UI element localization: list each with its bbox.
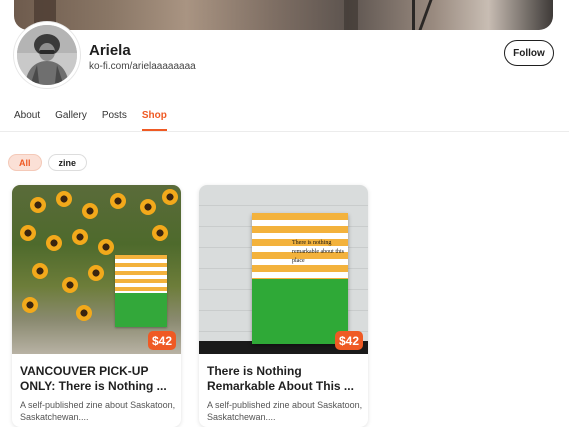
product-card[interactable]: There is nothing remarkable about this p… xyxy=(199,185,368,427)
flower-decoration xyxy=(22,297,38,313)
zine-cover-title: There is nothing remarkable about this p… xyxy=(292,240,344,264)
tab-gallery[interactable]: Gallery xyxy=(55,109,87,131)
flower-decoration xyxy=(88,265,104,281)
product-image[interactable]: There is nothing remarkable about this p… xyxy=(199,185,368,354)
flower-decoration xyxy=(32,263,48,279)
flower-decoration xyxy=(76,305,92,321)
zine-cover: There is nothing remarkable about this p… xyxy=(252,213,348,344)
flower-decoration xyxy=(162,189,178,205)
tab-about[interactable]: About xyxy=(14,109,40,131)
product-image[interactable] xyxy=(12,185,181,354)
banner-pole xyxy=(418,0,433,30)
banner-tree-trunk xyxy=(344,0,358,30)
flower-decoration xyxy=(98,239,114,255)
banner-pole xyxy=(412,0,415,30)
product-description: A self-published zine about Saskatoon, S… xyxy=(20,400,176,422)
profile-tabs: About Gallery Posts Shop xyxy=(14,109,182,131)
tab-shop[interactable]: Shop xyxy=(141,109,167,131)
profile-name: Ariela xyxy=(89,42,131,59)
flower-decoration xyxy=(46,235,62,251)
filter-chips: All zine xyxy=(8,154,88,171)
flower-decoration xyxy=(72,229,88,245)
filter-chip-all[interactable]: All xyxy=(8,154,42,171)
price-badge: $42 xyxy=(334,331,363,350)
flower-decoration xyxy=(82,203,98,219)
flower-decoration xyxy=(152,225,168,241)
product-card[interactable]: $42 VANCOUVER PICK-UP ONLY: There is Not… xyxy=(12,185,181,427)
flower-decoration xyxy=(62,277,78,293)
follow-button[interactable]: Follow xyxy=(504,40,554,66)
product-title[interactable]: VANCOUVER PICK-UP ONLY: There is Nothing… xyxy=(20,364,176,394)
tab-posts[interactable]: Posts xyxy=(102,109,127,131)
flower-decoration xyxy=(140,199,156,215)
flower-decoration xyxy=(110,193,126,209)
flower-decoration xyxy=(56,191,72,207)
avatar-photo xyxy=(17,25,77,85)
flower-decoration xyxy=(30,197,46,213)
profile-url[interactable]: ko-fi.com/arielaaaaaaaa xyxy=(89,61,196,72)
product-description: A self-published zine about Saskatoon, S… xyxy=(207,400,363,422)
product-title[interactable]: There is Nothing Remarkable About This .… xyxy=(207,364,363,394)
filter-chip-zine[interactable]: zine xyxy=(47,154,88,171)
flower-decoration xyxy=(20,225,36,241)
zine-cover xyxy=(115,255,167,327)
tabs-divider xyxy=(0,131,569,132)
avatar[interactable] xyxy=(14,22,80,88)
price-badge: $42 xyxy=(147,331,176,350)
cover-banner xyxy=(14,0,553,30)
